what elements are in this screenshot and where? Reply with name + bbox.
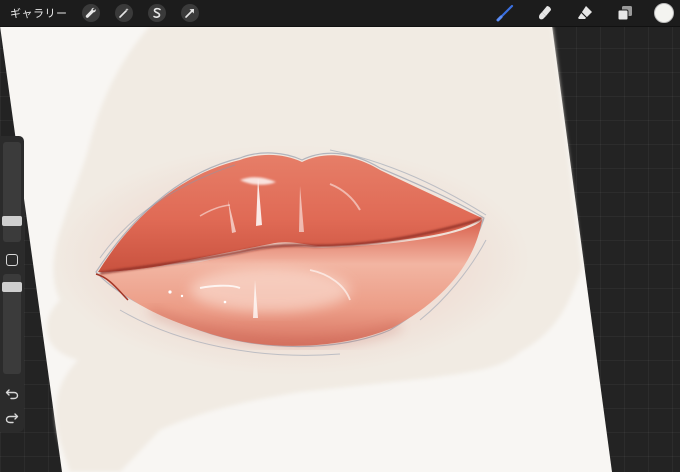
- smudge-icon: [539, 6, 551, 20]
- adjustments-button[interactable]: [114, 4, 133, 22]
- layers-button[interactable]: [614, 2, 636, 24]
- eraser-tool-button[interactable]: [574, 2, 596, 24]
- wrench-icon: [85, 7, 96, 18]
- left-sidebar: [0, 136, 24, 432]
- modify-button[interactable]: [6, 254, 18, 266]
- undo-icon[interactable]: [5, 388, 19, 400]
- eraser-icon: [578, 6, 592, 19]
- brush-size-slider[interactable]: [2, 142, 22, 242]
- paint-tool-button[interactable]: [494, 2, 516, 24]
- opacity-knob[interactable]: [2, 282, 22, 292]
- brush-size-knob[interactable]: [2, 216, 22, 226]
- selection-button[interactable]: [147, 4, 166, 22]
- redo-icon[interactable]: [5, 412, 19, 424]
- transform-button[interactable]: [180, 4, 199, 22]
- smudge-tool-button[interactable]: [534, 2, 556, 24]
- actions-button[interactable]: [81, 4, 100, 22]
- color-picker-button[interactable]: [654, 3, 674, 23]
- artwork-canvas[interactable]: [0, 0, 680, 472]
- opacity-slider[interactable]: [2, 274, 22, 374]
- gallery-button[interactable]: ギャラリー: [10, 5, 68, 21]
- selection-icon: [152, 7, 161, 18]
- transform-arrow-icon: [184, 9, 194, 18]
- top-toolbar: ギャラリー: [0, 0, 680, 27]
- magic-wand-icon: [118, 8, 129, 18]
- brush-icon: [496, 4, 514, 22]
- tool-group: [494, 0, 680, 26]
- layers-icon: [617, 6, 632, 21]
